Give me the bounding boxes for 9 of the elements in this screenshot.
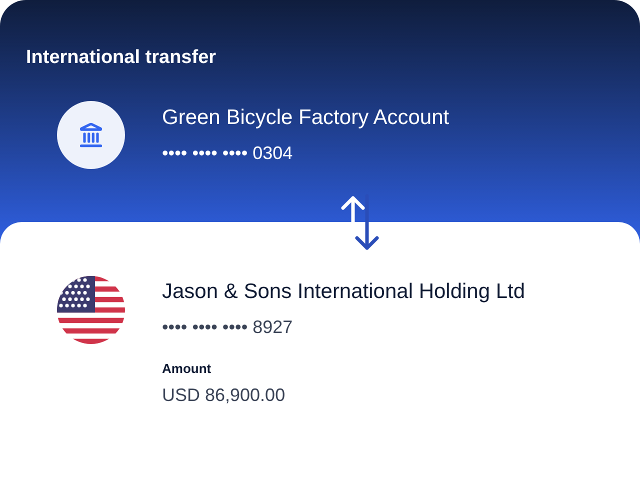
account-number: •••• •••• •••• 0304 [162,142,294,165]
recipient-name: Jason & Sons International Holding Ltd [162,279,526,305]
page-title: International transfer [26,46,218,70]
amount-value: USD 86,900.00 [162,384,286,407]
bank-icon [78,122,104,148]
flag-icon [57,276,125,344]
recipient-account-number: •••• •••• •••• 8927 [162,316,294,338]
account-name: Green Bicycle Factory Account [162,105,450,132]
amount-label: Amount [162,360,212,378]
